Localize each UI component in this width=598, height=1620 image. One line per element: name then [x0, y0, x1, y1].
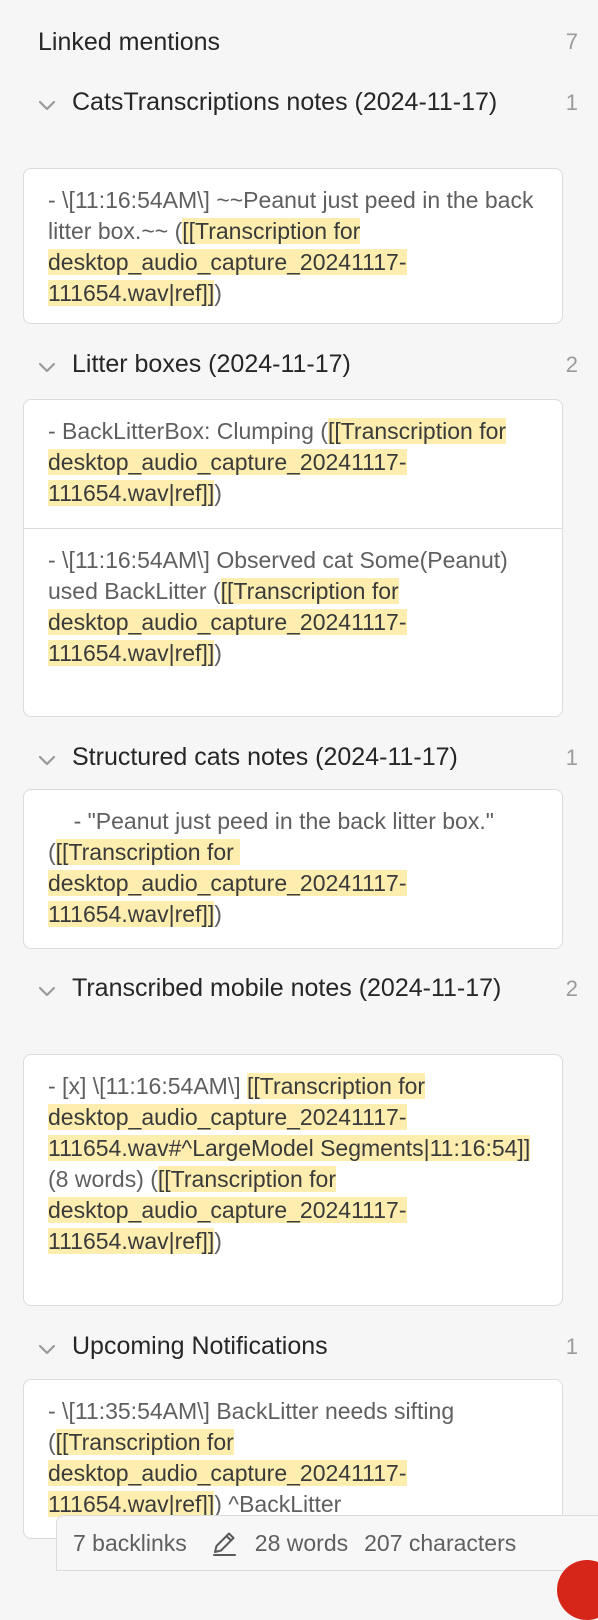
status-bar: 7 backlinks 28 words 207 characters	[56, 1515, 598, 1571]
group-title: Transcribed mobile notes (2024-11-17)	[72, 974, 502, 1002]
word-count: 28 words	[254, 1529, 349, 1556]
mention-card: - BackLitterBox: Clumping ([[Transcripti…	[23, 399, 563, 717]
entry-text: )	[214, 280, 222, 306]
entry-text: ) ^BackLitter	[214, 1491, 342, 1517]
chevron-down-icon[interactable]	[36, 1338, 58, 1360]
entry-text: - BackLitterBox: Clumping (	[48, 418, 328, 444]
group-count: 2	[565, 352, 578, 377]
backlinks-count[interactable]: 7 backlinks	[73, 1530, 187, 1557]
mention-card: - "Peanut just peed in the back litter b…	[23, 789, 563, 949]
group-count: 1	[565, 90, 578, 115]
entry-text: )	[214, 480, 222, 506]
mention-entry[interactable]: - \[11:35:54AM\] BackLitter needs siftin…	[24, 1380, 562, 1536]
group-header-structured-cats[interactable]: Structured cats notes (2024-11-17) 1	[36, 741, 578, 774]
linked-mentions-count: 7	[565, 29, 578, 54]
wiki-link[interactable]: [[Transcription for desktop_audio_captur…	[48, 839, 407, 927]
group-header-cats-transcriptions[interactable]: CatsTranscriptions notes (2024-11-17) 1	[36, 86, 578, 119]
entry-text: - [x] \[11:16:54AM\]	[48, 1073, 247, 1099]
group-title: Structured cats notes (2024-11-17)	[72, 743, 458, 771]
mention-entry[interactable]: - [x] \[11:16:54AM\] [[Transcription for…	[24, 1055, 562, 1273]
mention-entry[interactable]: - \[11:16:54AM\] ~~Peanut just peed in t…	[24, 169, 562, 325]
group-title: Upcoming Notifications	[72, 1332, 328, 1360]
mention-entry[interactable]: - \[11:16:54AM\] Observed cat Some(Peanu…	[24, 528, 562, 685]
backlinks-pane: Linked mentions 7 CatsTranscriptions not…	[0, 0, 598, 1620]
pencil-icon[interactable]	[209, 1528, 239, 1558]
chevron-down-icon[interactable]	[36, 749, 58, 771]
group-title: Litter boxes (2024-11-17)	[72, 350, 351, 378]
group-header-upcoming-notifications[interactable]: Upcoming Notifications 1	[36, 1330, 578, 1363]
entry-text: )	[214, 640, 222, 666]
mention-entry[interactable]: - BackLitterBox: Clumping ([[Transcripti…	[24, 400, 562, 528]
character-count: 207 characters	[364, 1529, 517, 1556]
entry-text: )	[214, 1228, 222, 1254]
group-count: 1	[565, 745, 578, 770]
linked-mentions-header[interactable]: Linked mentions 7	[38, 22, 578, 62]
chevron-down-icon[interactable]	[36, 94, 58, 116]
mention-card: - [x] \[11:16:54AM\] [[Transcription for…	[23, 1054, 563, 1306]
group-count: 1	[565, 1334, 578, 1359]
entry-text: (8 words) (	[48, 1166, 158, 1192]
mention-entry[interactable]: - "Peanut just peed in the back litter b…	[24, 790, 562, 946]
chevron-down-icon[interactable]	[36, 356, 58, 378]
linked-mentions-title: Linked mentions	[38, 27, 221, 56]
mention-card: - \[11:16:54AM\] ~~Peanut just peed in t…	[23, 168, 563, 324]
chevron-down-icon[interactable]	[36, 980, 58, 1002]
entry-text: )	[214, 901, 222, 927]
group-header-transcribed-mobile[interactable]: Transcribed mobile notes (2024-11-17) 2	[36, 972, 578, 1005]
group-count: 2	[565, 976, 578, 1001]
group-header-litter-boxes[interactable]: Litter boxes (2024-11-17) 2	[36, 348, 578, 381]
group-title: CatsTranscriptions notes (2024-11-17)	[72, 88, 498, 116]
